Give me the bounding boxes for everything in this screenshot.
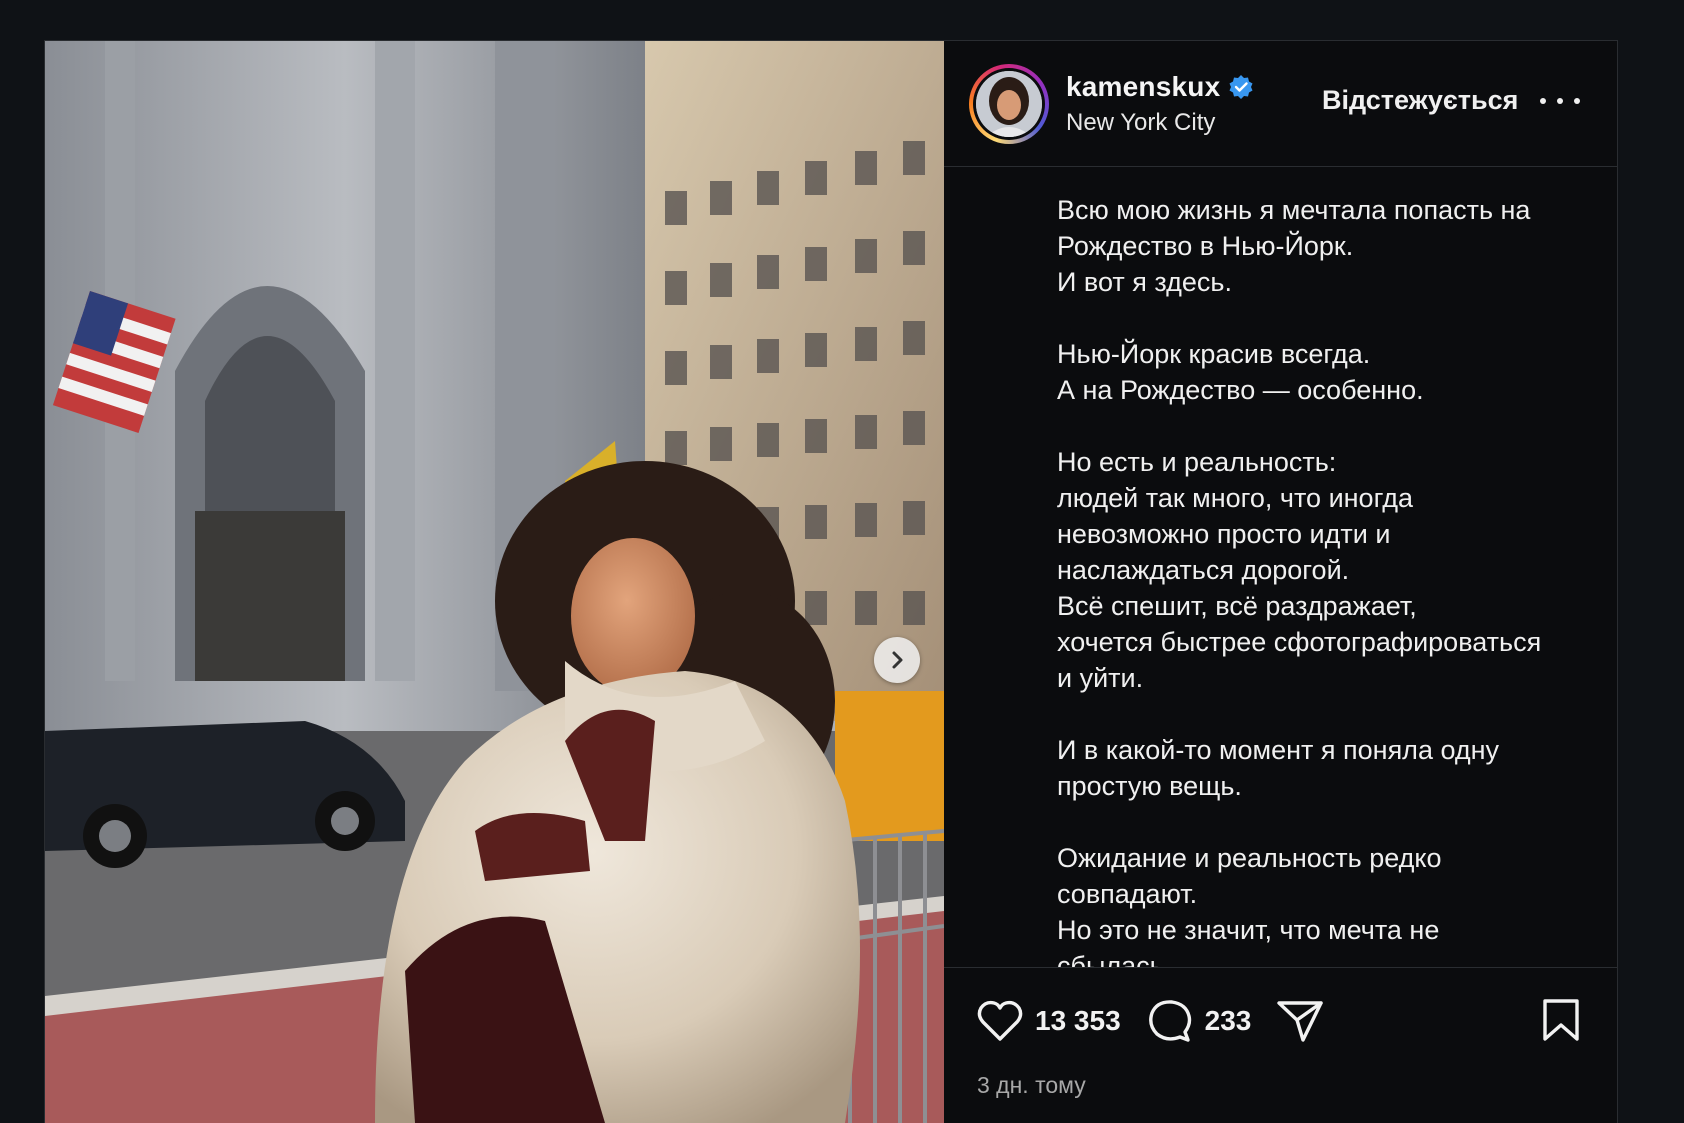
caption-paragraph: Но есть и реальность: людей так много, ч… (1057, 447, 1542, 693)
more-dots-icon (1540, 98, 1546, 104)
caption-paragraph: И в какой-то момент я поняла одну просту… (1057, 735, 1500, 801)
more-options-button[interactable] (1540, 89, 1580, 113)
photo-image (45, 41, 944, 1123)
like-button[interactable]: 13 353 (977, 1000, 1121, 1042)
post-photo[interactable] (45, 41, 944, 1123)
post-dialog: kamenskux New York City Відстежується Вс… (44, 40, 1618, 1123)
avatar[interactable] (969, 64, 1049, 144)
post-header: kamenskux New York City Відстежується (944, 41, 1617, 167)
verified-badge-icon (1229, 75, 1253, 99)
share-button[interactable] (1277, 999, 1324, 1043)
next-photo-button[interactable] (874, 637, 920, 683)
comment-bubble-icon (1148, 1000, 1191, 1042)
action-bar: 13 353 233 (977, 998, 1324, 1044)
heart-icon (977, 1000, 1023, 1041)
caption-scroll-area[interactable]: Всю мою жизнь я мечтала попасть на Рожде… (944, 167, 1617, 967)
paper-plane-icon (1277, 1001, 1324, 1042)
caption-paragraph: Ожидание и реальность редко совпадают. Н… (1057, 843, 1442, 967)
post-footer: 13 353 233 3 дн. тому (944, 967, 1617, 1123)
comment-button[interactable]: 233 (1147, 998, 1252, 1044)
caption-paragraph: Нью-Йорк красив всегда. А на Рождество —… (1057, 339, 1424, 405)
post-details-panel: kamenskux New York City Відстежується Вс… (944, 41, 1617, 1123)
comments-count: 233 (1204, 1005, 1252, 1036)
username[interactable]: kamenskux (1066, 71, 1220, 103)
likes-count[interactable]: 13 353 (1035, 1005, 1121, 1037)
location-link[interactable]: New York City (1066, 109, 1215, 137)
chevron-right-icon (892, 651, 903, 669)
avatar-image (976, 71, 1042, 137)
following-button[interactable]: Відстежується (1322, 85, 1518, 116)
bookmark-icon (1543, 999, 1579, 1041)
post-timestamp[interactable]: 3 дн. тому (977, 1072, 1086, 1099)
caption-paragraph: Всю мою жизнь я мечтала попасть на Рожде… (1057, 195, 1531, 297)
save-button[interactable] (1542, 998, 1580, 1047)
